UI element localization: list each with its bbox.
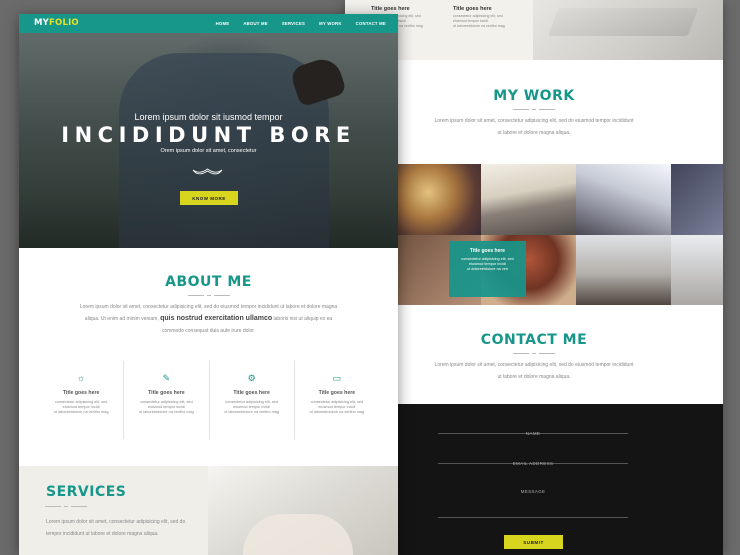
overlay-title: Title goes here [469,248,506,254]
feature-text: consectetur adipisicing elit, sedeiusmod… [53,400,109,415]
feature-text: consectetur adipisicing elit, sedeiusmod… [309,400,365,415]
gear-icon: ⚙ [247,373,256,383]
navbar: MYFOLIO HOME ABOUT ME SERVICES MY WORK C… [19,14,398,33]
nav-my-work[interactable]: MY WORK [319,21,342,26]
feature-card: ⚙ Title goes here consectetur adipisicin… [210,361,295,439]
contact-text: Lorem ipsum dolor sit amet, consectetur … [434,362,634,380]
feature-title: Title goes here [233,390,270,396]
about-section: ABOUT ME Lorem ipsum dolor sit amet, con… [19,248,398,466]
features-strip-top: Title goes here consectetur adipisicing … [345,0,723,60]
pencil-icon: ✎ [162,373,171,383]
gallery-image[interactable] [576,235,671,305]
know-more-button[interactable]: KNOW MORE [180,191,238,205]
laptop-photo [533,0,723,60]
gallery-image[interactable] [576,164,671,235]
gallery-image[interactable] [671,235,723,305]
hero-subtitle: Lorem ipsum dolor sit iusmod tempor [134,112,283,122]
gallery-hover-overlay[interactable]: Title goes here consectetur adipisicing … [449,241,526,297]
services-photo [208,466,398,555]
nav-menu: HOME ABOUT ME SERVICES MY WORK CONTACT M… [216,21,386,26]
section-divider [345,353,723,354]
gallery-image[interactable] [385,164,481,235]
services-section: SERVICES Lorem ipsum dolor sit amet, con… [19,466,398,555]
work-gallery: Title goes here consectetur adipisicing … [345,164,723,305]
hero-banner: Lorem ipsum dolor sit iusmod tempor INCI… [19,33,398,248]
lightbulb-icon: ☼ [77,373,86,383]
overlay-text: consectetur adipisicing elit, sed eiusmod… [461,257,514,271]
home-page: MYFOLIO HOME ABOUT ME SERVICES MY WORK C… [19,14,398,555]
hero-headline: INCIDIDUNT BORE [61,123,356,147]
feature-card: ☼ Title goes here consectetur adipisicin… [39,361,125,439]
feature-text: consectetur adipisicing elit, sedeiusmod… [139,400,194,415]
section-divider [19,295,398,296]
my-work-title: MY WORK [493,88,575,104]
work-contact-page: Title goes here consectetur adipisicing … [345,0,723,555]
hero-tagline: Orem ipsum dolor sit amet, consectetur [160,148,257,154]
feature-title: Title goes here [62,390,100,396]
section-divider [345,109,723,110]
about-title: ABOUT ME [165,274,252,290]
my-work-section: MY WORK Lorem ipsum dolor sit amet, cons… [345,60,723,164]
gallery-image[interactable] [671,164,723,235]
email-field[interactable]: EMAIL ADDRESS [438,452,628,466]
submit-button[interactable]: SUBMIT [504,535,563,549]
contact-title: CONTACT ME [480,332,588,348]
mustache-icon [192,168,223,175]
nav-about-me[interactable]: ABOUT ME [243,21,268,26]
feature-card: Title goes here consectetur adipisicing … [453,6,543,29]
gallery-image[interactable] [481,164,576,235]
services-text: Lorem ipsum dolor sit amet, consectetur … [46,519,186,537]
contact-section: CONTACT ME Lorem ipsum dolor sit amet, c… [345,305,723,404]
about-text: Lorem ipsum dolor sit amet, consectetur … [79,304,338,334]
feature-title: Title goes here [371,6,410,12]
feature-title: Title goes here [453,6,492,12]
feature-title: Title goes here [318,390,356,396]
feature-card: ✎ Title goes here consectetur adipisicin… [124,361,210,439]
my-work-text: Lorem ipsum dolor sit amet, consectetur … [434,118,634,136]
nav-contact-me[interactable]: CONTACT ME [356,21,386,26]
feature-title: Title goes here [148,390,185,396]
feature-card: ▭ Title goes here consectetur adipisicin… [295,361,379,439]
laptop-icon: ▭ [332,373,342,383]
contact-form: NAME EMAIL ADDRESS MESSAGE SUBMIT [345,404,723,555]
section-divider [45,506,87,507]
services-title: SERVICES [46,484,127,500]
nav-services[interactable]: SERVICES [282,21,305,26]
message-field[interactable]: MESSAGE [438,480,628,518]
feature-text: consectetur adipisicing elit, sedeiusmod… [453,14,505,28]
name-field[interactable]: NAME [438,422,628,436]
nav-home[interactable]: HOME [216,21,230,26]
logo[interactable]: MYFOLIO [34,18,79,28]
feature-text: consectetur adipisicing elit, sedeiusmod… [224,400,279,415]
feature-list: ☼ Title goes here consectetur adipisicin… [39,361,379,439]
